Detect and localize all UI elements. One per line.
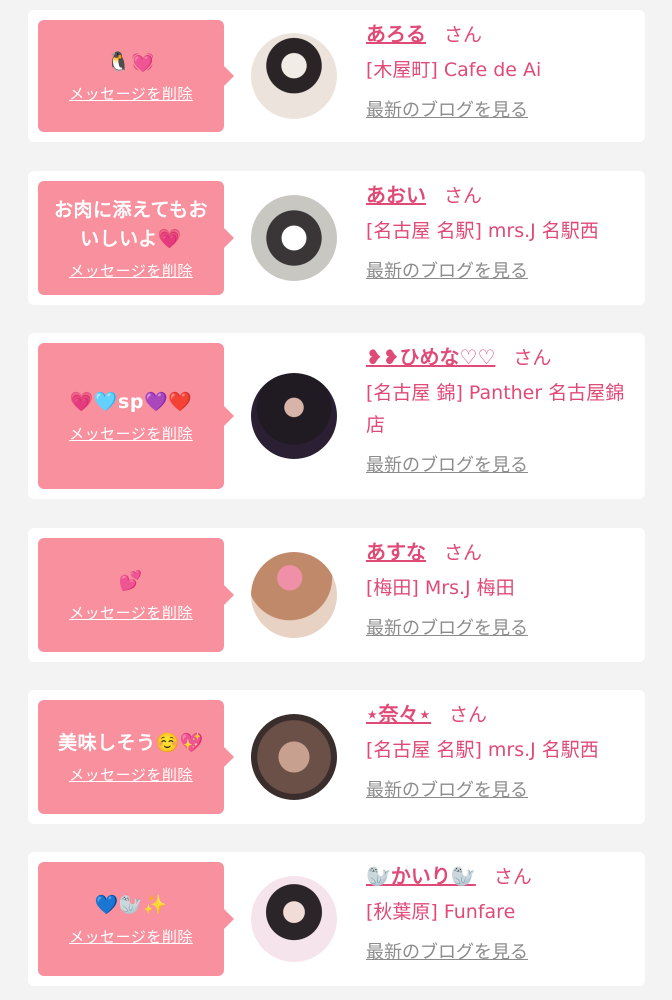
message-text: 💕 [118, 570, 144, 592]
latest-blog-link[interactable]: 最新のブログを見る [366, 776, 528, 806]
delete-message-link[interactable]: メッセージを削除 [69, 83, 193, 104]
message-text: 🐧💓 [106, 51, 156, 73]
profile-name-link[interactable]: ⋆奈々⋆ [366, 702, 431, 726]
avatar[interactable] [251, 876, 337, 962]
message-card: お肉に添えてもおいしいよ💗 メッセージを削除 あおい さん [名古屋 名駅] mr… [28, 171, 645, 305]
message-text: 💙🦭✨ [94, 894, 168, 916]
honorific-label: さん [513, 347, 552, 369]
profile-name-link[interactable]: あろる [366, 22, 426, 46]
message-card: 💕 メッセージを削除 あすな さん [梅田] Mrs.J 梅田 最新のブログを見る [28, 528, 645, 662]
profile-info: あおい さん [名古屋 名駅] mrs.J 名駅西 最新のブログを見る [366, 179, 636, 287]
avatar[interactable] [251, 373, 337, 459]
message-card: 💗🩵sp💜❤️ メッセージを削除 ❥❥ひめな♡♡ さん [名古屋 錦] Panth… [28, 333, 645, 499]
latest-blog-link[interactable]: 最新のブログを見る [366, 938, 528, 968]
latest-blog-link[interactable]: 最新のブログを見る [366, 257, 528, 287]
honorific-label: さん [444, 24, 483, 46]
message-bubble: お肉に添えてもおいしいよ💗 メッセージを削除 [38, 181, 234, 295]
avatar[interactable] [251, 552, 337, 638]
latest-blog-link[interactable]: 最新のブログを見る [366, 96, 528, 126]
shop-label: [名古屋 錦] Panther 名古屋錦店 [366, 382, 625, 436]
shop-label: [名古屋 名駅] mrs.J 名駅西 [366, 739, 599, 761]
message-card: 美味しそう☺️💖 メッセージを削除 ⋆奈々⋆ さん [名古屋 名駅] mrs.J … [28, 690, 645, 824]
shop-label: [木屋町] Cafe de Ai [366, 59, 542, 81]
shop-label: [秋葉原] Funfare [366, 901, 516, 923]
message-text: お肉に添えてもおいしいよ💗 [53, 198, 209, 250]
message-bubble: 💗🩵sp💜❤️ メッセージを削除 [38, 343, 234, 489]
honorific-label: さん [444, 185, 483, 207]
profile-info: ❥❥ひめな♡♡ さん [名古屋 錦] Panther 名古屋錦店 最新のブログを見… [366, 341, 636, 481]
message-list: 🐧💓 メッセージを削除 あろる さん [木屋町] Cafe de Ai 最新のブロ… [0, 0, 672, 1000]
profile-name-link[interactable]: ❥❥ひめな♡♡ [366, 345, 495, 369]
shop-label: [梅田] Mrs.J 梅田 [366, 577, 515, 599]
shop-label: [名古屋 名駅] mrs.J 名駅西 [366, 220, 599, 242]
avatar[interactable] [251, 195, 337, 281]
delete-message-link[interactable]: メッセージを削除 [69, 423, 193, 444]
profile-name-link[interactable]: あすな [366, 540, 426, 564]
message-card: 💙🦭✨ メッセージを削除 🦭かいり🦭 さん [秋葉原] Funfare 最新のブロ… [28, 852, 645, 986]
honorific-label: さん [493, 866, 532, 888]
avatar[interactable] [251, 33, 337, 119]
latest-blog-link[interactable]: 最新のブログを見る [366, 614, 528, 644]
profile-name-link[interactable]: あおい [366, 183, 426, 207]
profile-info: あすな さん [梅田] Mrs.J 梅田 最新のブログを見る [366, 536, 636, 644]
delete-message-link[interactable]: メッセージを削除 [69, 602, 193, 623]
honorific-label: さん [444, 542, 483, 564]
profile-info: あろる さん [木屋町] Cafe de Ai 最新のブログを見る [366, 18, 636, 126]
delete-message-link[interactable]: メッセージを削除 [69, 926, 193, 947]
message-card: 🐧💓 メッセージを削除 あろる さん [木屋町] Cafe de Ai 最新のブロ… [28, 10, 645, 142]
honorific-label: さん [449, 704, 488, 726]
message-text: 美味しそう☺️💖 [58, 732, 204, 754]
delete-message-link[interactable]: メッセージを削除 [69, 764, 193, 785]
profile-name-link[interactable]: 🦭かいり🦭 [366, 864, 476, 888]
latest-blog-link[interactable]: 最新のブログを見る [366, 451, 528, 481]
profile-info: 🦭かいり🦭 さん [秋葉原] Funfare 最新のブログを見る [366, 860, 636, 968]
message-text: 💗🩵sp💜❤️ [69, 391, 193, 413]
message-bubble: 💙🦭✨ メッセージを削除 [38, 862, 234, 976]
message-bubble: 美味しそう☺️💖 メッセージを削除 [38, 700, 234, 814]
avatar[interactable] [251, 714, 337, 800]
delete-message-link[interactable]: メッセージを削除 [69, 260, 193, 281]
message-bubble: 💕 メッセージを削除 [38, 538, 234, 652]
message-bubble: 🐧💓 メッセージを削除 [38, 20, 234, 132]
profile-info: ⋆奈々⋆ さん [名古屋 名駅] mrs.J 名駅西 最新のブログを見る [366, 698, 636, 806]
